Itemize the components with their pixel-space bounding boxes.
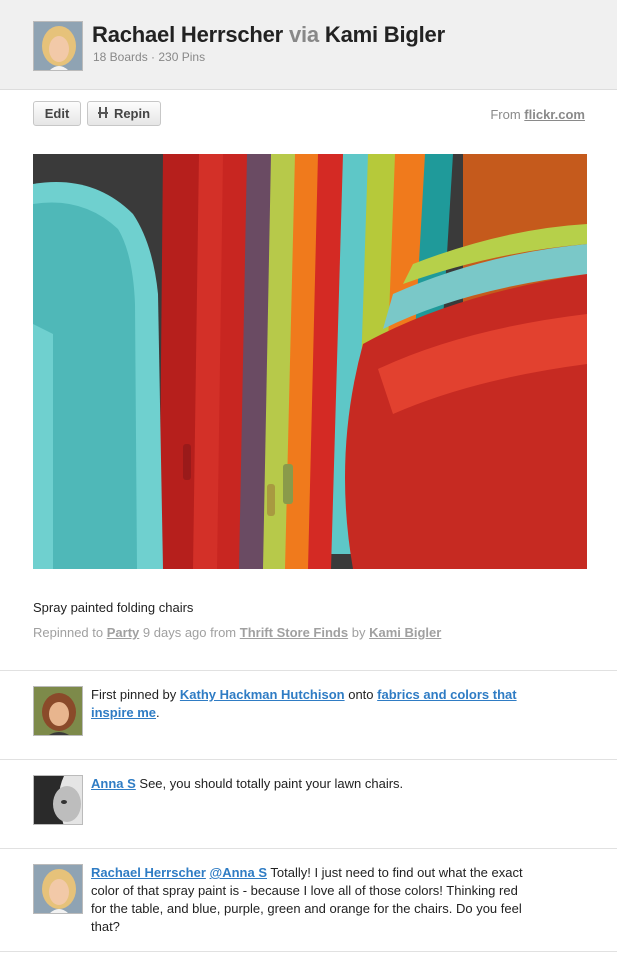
repinned-prefix: Repinned to: [33, 625, 104, 640]
pin-image[interactable]: [33, 154, 587, 569]
comment-avatar[interactable]: [33, 864, 83, 914]
source-domain: From flickr.com: [490, 107, 585, 122]
edit-button-label: Edit: [44, 106, 70, 121]
comment-author-link[interactable]: Rachael Herrscher: [91, 865, 206, 880]
source-board-link[interactable]: Thrift Store Finds: [240, 625, 348, 640]
pinner-header: Rachael Herrscher via Kami Bigler 18 Boa…: [0, 0, 617, 90]
first-pinner-link[interactable]: Kathy Hackman Hutchison: [180, 687, 345, 702]
pin-caption: Spray painted folding chairs: [33, 600, 194, 615]
by-label: by: [351, 625, 366, 640]
first-pinned-prefix: First pinned by: [91, 687, 177, 702]
source-user-link[interactable]: Kami Bigler: [369, 625, 441, 640]
repin-button-label: Repin: [113, 106, 151, 121]
first-pinned-suffix: .: [156, 705, 160, 720]
first-pinner-avatar[interactable]: [33, 686, 83, 736]
first-pinned-note: First pinned by Kathy Hackman Hutchison …: [91, 686, 531, 722]
user-stats: 18 Boards · 230 Pins: [93, 50, 206, 64]
comment: Anna S See, you should totally paint you…: [91, 775, 531, 793]
repin-icon: [97, 106, 109, 122]
user-avatar[interactable]: [33, 21, 83, 71]
divider: [0, 848, 617, 849]
edit-button[interactable]: Edit: [33, 101, 81, 126]
page-title: Rachael Herrscher via Kami Bigler: [92, 22, 445, 48]
source-user-name[interactable]: Kami Bigler: [325, 22, 445, 47]
onto-label: onto: [348, 687, 374, 702]
divider: [0, 951, 617, 952]
comment: Rachael Herrscher @Anna S Totally! I jus…: [91, 864, 531, 936]
divider: [0, 670, 617, 671]
comment-mention-link[interactable]: @Anna S: [210, 865, 267, 880]
board-link[interactable]: Party: [107, 625, 140, 640]
from-prefix: From: [490, 107, 521, 122]
pin-meta: Repinned to Party 9 days ago from Thrift…: [33, 625, 441, 640]
comment-author-link[interactable]: Anna S: [91, 776, 136, 791]
repin-button[interactable]: Repin: [87, 101, 161, 126]
source-domain-link[interactable]: flickr.com: [524, 107, 585, 122]
via-label: via: [288, 22, 319, 47]
divider: [0, 759, 617, 760]
comment-text: See, you should totally paint your lawn …: [135, 776, 404, 791]
comment-avatar[interactable]: [33, 775, 83, 825]
pinner-name[interactable]: Rachael Herrscher: [92, 22, 283, 47]
time-from: 9 days ago from: [142, 625, 237, 640]
